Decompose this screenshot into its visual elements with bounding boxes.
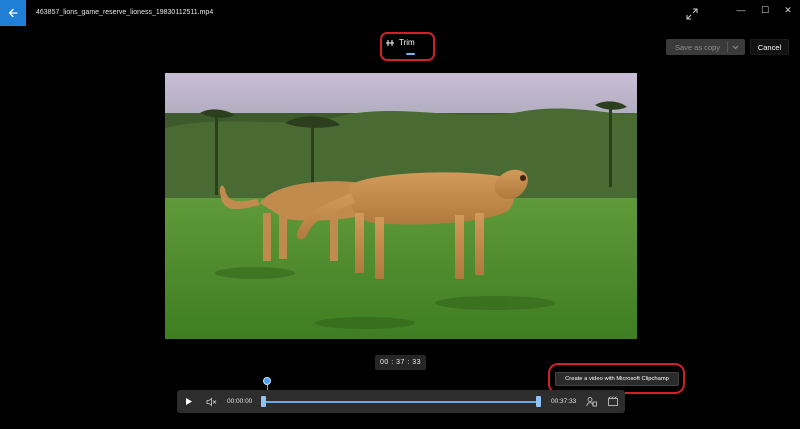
save-as-copy-label: Save as copy (675, 42, 721, 52)
expand-icon[interactable] (686, 8, 698, 20)
current-timestamp: 00 : 37 : 33 (375, 355, 426, 370)
back-button[interactable] (0, 0, 26, 26)
tab-trim[interactable]: Trim (385, 38, 415, 47)
playhead-handle[interactable] (263, 377, 271, 385)
clipchamp-icon[interactable] (608, 396, 618, 406)
playback-control-bar: 00:00:00 00:37:33 (177, 390, 625, 413)
cancel-button[interactable]: Cancel (750, 39, 789, 55)
minimize-button[interactable]: — (732, 3, 750, 17)
file-name-title: 463857_lions_game_reserve_lioness_198301… (36, 9, 214, 16)
trim-start-handle[interactable] (261, 396, 266, 407)
people-icon[interactable] (586, 396, 597, 407)
back-arrow-icon (8, 8, 18, 18)
mute-icon[interactable] (206, 397, 217, 407)
save-as-copy-button[interactable]: Save as copy (666, 39, 745, 55)
trim-tab-highlight: Trim (380, 32, 435, 61)
close-button[interactable]: ✕ (779, 3, 797, 17)
tab-trim-label: Trim (399, 38, 415, 47)
maximize-button[interactable]: ☐ (756, 3, 774, 17)
video-preview[interactable] (165, 73, 637, 339)
trim-timeline-track[interactable] (263, 401, 539, 403)
split-divider (727, 42, 728, 52)
chevron-down-icon[interactable] (732, 45, 739, 50)
active-tab-indicator (406, 53, 415, 55)
clipchamp-tooltip: Create a video with Microsoft Clipchamp (555, 372, 679, 386)
play-icon[interactable] (183, 396, 194, 407)
trim-end-time: 00:37:33 (551, 398, 577, 405)
trim-end-handle[interactable] (536, 396, 541, 407)
trim-icon (386, 39, 394, 46)
trim-start-time: 00:00:00 (227, 398, 253, 405)
